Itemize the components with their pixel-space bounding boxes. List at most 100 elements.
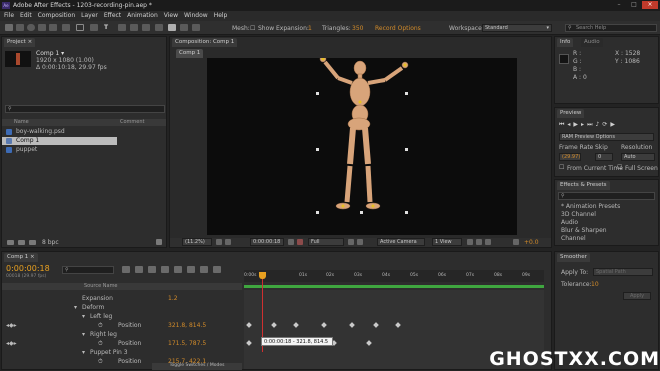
keyframe-navigator-icon[interactable]: ◂◆▸ [6, 340, 17, 347]
new-folder-icon[interactable] [18, 240, 25, 245]
transform-handle[interactable] [405, 148, 408, 151]
magnification-dropdown[interactable]: (11.2%) [182, 238, 212, 246]
roto-brush-tool-icon[interactable] [155, 24, 163, 31]
keyframe-navigator-icon[interactable]: ◂◆▸ [6, 322, 17, 329]
transform-handle[interactable] [316, 211, 319, 214]
tolerance-value[interactable]: 10 [591, 281, 599, 288]
camera-dropdown[interactable]: Active Camera [377, 238, 425, 246]
menu-window[interactable]: Window [184, 12, 208, 19]
list-item[interactable]: Comp 1 [2, 137, 117, 145]
auto-keyframe-icon[interactable] [200, 266, 208, 273]
transparency-grid-icon[interactable] [357, 239, 363, 245]
effects-item[interactable]: Channel [561, 235, 586, 242]
tab-smoother[interactable]: Smoother [557, 253, 590, 262]
puppet-overlap-tool-icon[interactable] [180, 24, 188, 31]
disclosure-triangle-icon[interactable]: ▾ [74, 304, 77, 311]
transform-handle[interactable] [405, 211, 408, 214]
pen-tool-icon[interactable] [90, 24, 98, 31]
clone-stamp-tool-icon[interactable] [130, 24, 138, 31]
property-value[interactable]: 1.2 [168, 295, 178, 302]
full-screen-checkbox[interactable]: ☐ [617, 164, 622, 171]
tab-project[interactable]: Project × [4, 38, 36, 47]
property-value[interactable]: 321.8, 814.5 [168, 322, 206, 329]
frame-rate-dropdown[interactable]: (29.97) [559, 153, 581, 161]
toggle-pixel-aspect-icon[interactable] [467, 239, 473, 245]
transform-handle[interactable] [360, 211, 363, 214]
stopwatch-icon[interactable]: ⏱ [98, 322, 103, 330]
camera-tool-icon[interactable] [49, 24, 57, 31]
transform-handle[interactable] [405, 92, 408, 95]
play-icon[interactable]: ▶ [573, 121, 581, 128]
effects-item[interactable]: 3D Channel [561, 211, 596, 218]
effects-item[interactable]: Blur & Sharpen [561, 227, 607, 234]
effects-item[interactable]: Audio [561, 219, 578, 226]
effects-item[interactable]: * Animation Presets [561, 203, 620, 210]
close-button[interactable]: × [642, 1, 658, 9]
apply-to-dropdown[interactable]: Spatial Path [593, 268, 653, 276]
from-current-checkbox[interactable]: ☐ [559, 164, 564, 171]
tab-info[interactable]: Info [557, 38, 574, 47]
menu-help[interactable]: Help [214, 12, 228, 19]
hand-tool-icon[interactable] [16, 24, 24, 31]
transform-handle[interactable] [316, 92, 319, 95]
fast-previews-icon[interactable] [476, 239, 482, 245]
tab-audio[interactable]: Audio [581, 38, 603, 47]
menu-animation[interactable]: Animation [127, 12, 158, 19]
grid-icon[interactable] [225, 239, 231, 245]
brush-tool-icon[interactable] [118, 24, 126, 31]
trash-icon[interactable] [156, 239, 162, 245]
property-value[interactable]: 171.5, 787.5 [168, 340, 206, 347]
eraser-tool-icon[interactable] [142, 24, 150, 31]
expansion-value[interactable]: 1 [308, 25, 312, 32]
stopwatch-icon[interactable]: ⏱ [98, 358, 103, 366]
source-name-column[interactable]: Source Name [84, 283, 118, 289]
zoom-tool-icon[interactable] [27, 24, 35, 31]
hide-shy-layers-icon[interactable] [148, 266, 156, 273]
text-tool-icon[interactable]: T [104, 24, 112, 31]
stopwatch-icon[interactable]: ⏱ [98, 340, 103, 348]
transform-handle[interactable] [316, 148, 319, 151]
table-row[interactable]: ▾ Right leg [2, 330, 242, 339]
rectangle-tool-icon[interactable] [76, 24, 84, 31]
rotate-tool-icon[interactable] [38, 24, 46, 31]
tab-timeline-comp-1[interactable]: Comp 1 × [4, 253, 38, 262]
pan-behind-tool-icon[interactable] [62, 24, 70, 31]
list-item[interactable]: boy-walking.psd [2, 128, 166, 136]
skip-dropdown[interactable]: 0 [595, 153, 613, 161]
puppet-pin-tool-icon[interactable] [168, 24, 176, 31]
comp-mini-flowchart-icon[interactable] [122, 266, 130, 273]
resolution-preview-dropdown[interactable]: Auto [621, 153, 655, 161]
time-ruler[interactable]: 0:00s 01s 02s 03s 04s 05s 06s 07s 08s 09… [244, 270, 544, 282]
subtab-comp-1[interactable]: Comp 1 [176, 49, 204, 58]
reset-exposure-icon[interactable] [513, 239, 519, 245]
selection-tool-icon[interactable] [5, 24, 13, 31]
disclosure-triangle-icon[interactable]: ▾ [82, 349, 85, 356]
project-search-field[interactable]: ⚲ [5, 105, 165, 113]
disclosure-triangle-icon[interactable]: ▾ [82, 313, 85, 320]
new-composition-icon[interactable] [29, 240, 36, 245]
table-row[interactable]: ◂◆▸ ⏱ Position 171.5, 787.5 [2, 339, 242, 348]
exposure-value[interactable]: +0.0 [524, 239, 539, 246]
disclosure-triangle-icon[interactable]: ▾ [82, 331, 85, 338]
view-layout-dropdown[interactable]: 1 View [432, 238, 462, 246]
menu-file[interactable]: File [4, 12, 14, 19]
show-checkbox[interactable]: ☐ [250, 25, 255, 32]
column-comment[interactable]: Comment [120, 119, 145, 125]
table-row[interactable]: ▾ Left leg [2, 312, 242, 321]
menu-layer[interactable]: Layer [81, 12, 98, 19]
brainstorm-icon[interactable] [187, 266, 195, 273]
draft-3d-icon[interactable] [135, 266, 143, 273]
resolution-dropdown[interactable]: Full [308, 238, 344, 246]
timeline-timecode[interactable]: 0:00:00:18 [6, 264, 50, 273]
record-options-link[interactable]: Record Options [375, 25, 421, 32]
composition-viewer[interactable] [207, 58, 517, 235]
region-of-interest-icon[interactable] [348, 239, 354, 245]
ram-preview-options-dropdown[interactable]: RAM Preview Options [559, 133, 654, 141]
search-help-field[interactable]: ⚲ Search Help [565, 24, 657, 32]
bpc-label[interactable]: 8 bpc [42, 239, 59, 246]
flowchart-icon[interactable] [485, 239, 491, 245]
puppet-starch-tool-icon[interactable] [192, 24, 200, 31]
graph-editor-icon[interactable] [213, 266, 221, 273]
ram-preview-icon[interactable]: ▶ [610, 121, 618, 128]
timeline-search-field[interactable]: ⚲ [62, 266, 114, 274]
